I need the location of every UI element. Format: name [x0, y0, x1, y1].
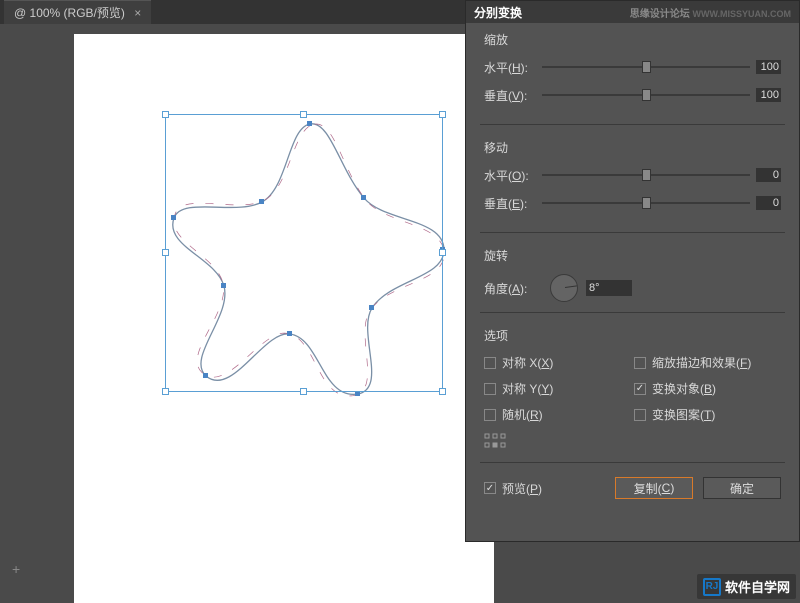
crosshair-icon: + [12, 561, 20, 577]
artboard[interactable] [74, 34, 494, 603]
reference-point-icon[interactable] [484, 433, 506, 449]
close-icon[interactable]: × [134, 6, 141, 20]
reflect-x-checkbox[interactable]: 对称 X(X) [484, 354, 634, 371]
transform-patterns-checkbox[interactable]: 变换图案(T) [634, 406, 781, 423]
copy-button[interactable]: 复制(C) [615, 477, 693, 499]
move-v-label: 垂直(E): [484, 195, 542, 212]
document-tab[interactable]: @ 100% (RGB/预览) × [4, 0, 151, 24]
options-title: 选项 [484, 327, 781, 344]
resize-handle[interactable] [162, 388, 169, 395]
resize-handle[interactable] [439, 249, 446, 256]
ok-button[interactable]: 确定 [703, 477, 781, 499]
scale-h-input[interactable] [756, 60, 781, 74]
rotate-section: 旋转 角度(A): [466, 239, 799, 306]
scale-v-label: 垂直(V): [484, 87, 542, 104]
resize-handle[interactable] [439, 111, 446, 118]
selection-box[interactable] [165, 114, 443, 392]
logo-text: 软件自学网 [725, 577, 790, 596]
rotate-title: 旋转 [484, 247, 781, 264]
scale-title: 缩放 [484, 31, 781, 48]
scale-h-slider[interactable] [542, 60, 750, 74]
dialog-titlebar[interactable]: 分别变换 思缘设计论坛 WWW.MISSYUAN.COM [466, 1, 799, 23]
scale-strokes-checkbox[interactable]: 缩放描边和效果(F) [634, 354, 781, 371]
scale-v-slider[interactable] [542, 88, 750, 102]
move-v-input[interactable] [756, 196, 781, 210]
watermark: 思缘设计论坛 WWW.MISSYUAN.COM [630, 5, 791, 20]
resize-handle[interactable] [300, 111, 307, 118]
angle-input[interactable] [586, 280, 632, 296]
dialog-title-text: 分别变换 [474, 4, 522, 21]
dialog-buttons: 预览(P) 复制(C) 确定 [466, 469, 799, 511]
angle-dial[interactable] [550, 274, 578, 302]
scale-v-input[interactable] [756, 88, 781, 102]
move-v-slider[interactable] [542, 196, 750, 210]
transform-objects-checkbox[interactable]: 变换对象(B) [634, 380, 781, 397]
tab-title: @ 100% (RGB/预览) [14, 6, 125, 20]
preview-checkbox[interactable]: 预览(P) [484, 480, 542, 497]
scale-section: 缩放 水平(H): 垂直(V): [466, 23, 799, 118]
angle-label: 角度(A): [484, 280, 542, 297]
move-h-label: 水平(O): [484, 167, 542, 184]
move-h-input[interactable] [756, 168, 781, 182]
reflect-y-checkbox[interactable]: 对称 Y(Y) [484, 380, 634, 397]
move-h-slider[interactable] [542, 168, 750, 182]
resize-handle[interactable] [439, 388, 446, 395]
scale-h-label: 水平(H): [484, 59, 542, 76]
site-watermark: RJ 软件自学网 [697, 574, 796, 599]
resize-handle[interactable] [162, 249, 169, 256]
logo-icon: RJ [703, 578, 721, 596]
options-section: 选项 对称 X(X) 缩放描边和效果(F) 对称 Y(Y) 变换对象(B) 随机… [466, 319, 799, 456]
random-checkbox[interactable]: 随机(R) [484, 406, 634, 423]
move-title: 移动 [484, 139, 781, 156]
resize-handle[interactable] [162, 111, 169, 118]
transform-each-dialog: 分别变换 思缘设计论坛 WWW.MISSYUAN.COM 缩放 水平(H): 垂… [465, 0, 800, 542]
move-section: 移动 水平(O): 垂直(E): [466, 131, 799, 226]
resize-handle[interactable] [300, 388, 307, 395]
